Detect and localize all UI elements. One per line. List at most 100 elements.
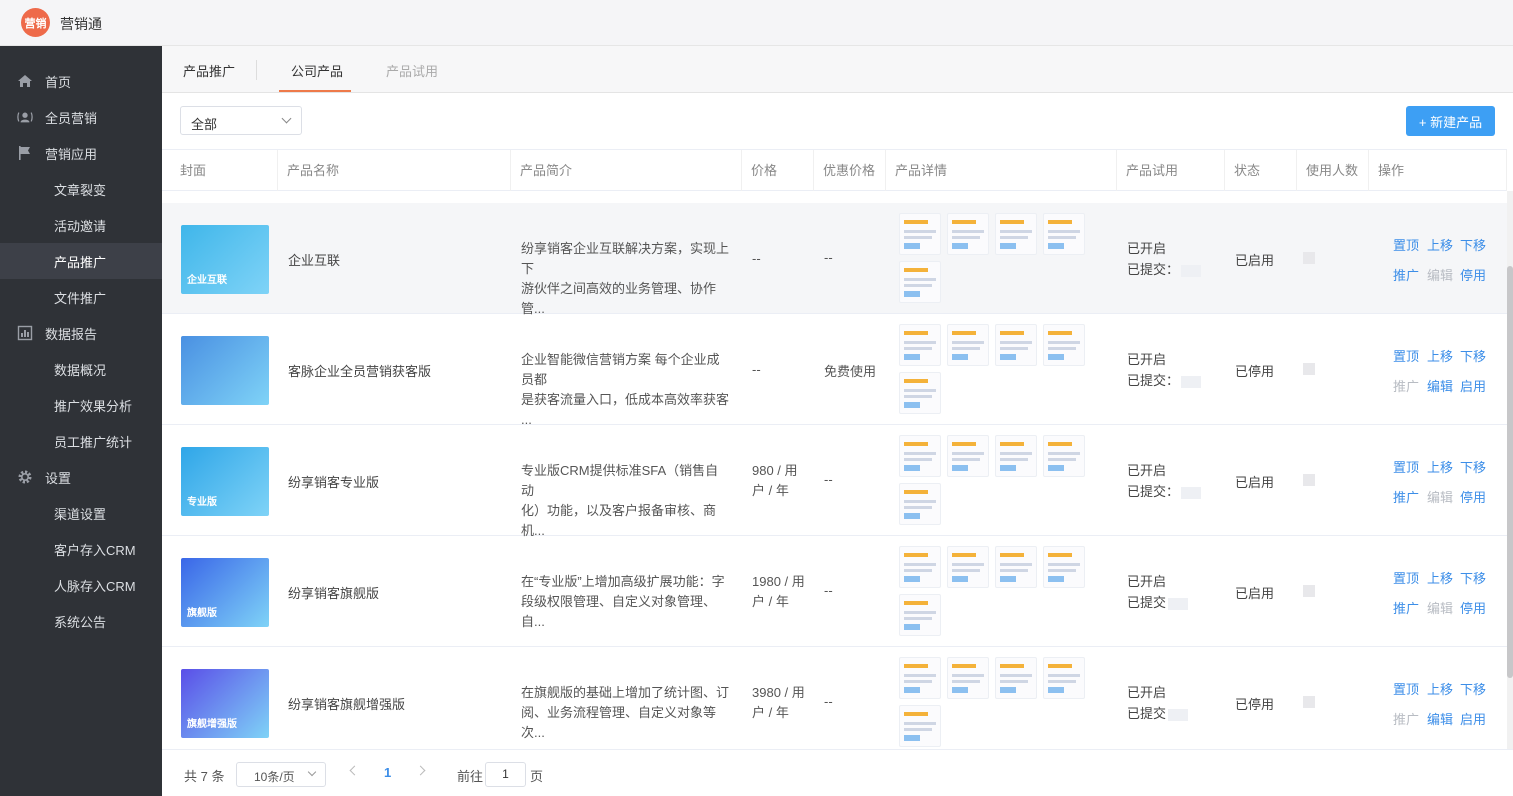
- action-4[interactable]: 编辑: [1427, 376, 1453, 395]
- sidebar-item-6[interactable]: 文件推广: [0, 279, 162, 315]
- detail-thumbnail[interactable]: [1043, 213, 1085, 255]
- action-2[interactable]: 下移: [1460, 346, 1486, 365]
- detail-thumbnail[interactable]: [899, 372, 941, 414]
- action-3[interactable]: 推广: [1393, 598, 1419, 617]
- tab-company-products[interactable]: 公司产品: [291, 61, 343, 80]
- sidebar-item-0[interactable]: 首页: [0, 63, 162, 99]
- sidebar-item-4[interactable]: 活动邀请: [0, 207, 162, 243]
- column-header-4: 优惠价格: [814, 150, 886, 191]
- product-cover-image[interactable]: 专业版: [181, 447, 269, 516]
- action-4[interactable]: 编辑: [1427, 709, 1453, 728]
- sidebar-item-5[interactable]: 产品推广: [0, 243, 162, 279]
- action-0[interactable]: 置顶: [1393, 679, 1419, 698]
- new-product-button[interactable]: + 新建产品: [1406, 106, 1495, 136]
- detail-thumbnail[interactable]: [899, 324, 941, 366]
- detail-thumbnail[interactable]: [947, 213, 989, 255]
- trial-submitted: 已提交：: [1127, 373, 1180, 388]
- table-body: 企业互联 企业互联 纷享销客企业互联解决方案，实现上下 游伙伴之间高效的业务管理、协作…: [162, 191, 1507, 749]
- detail-thumbnail[interactable]: [995, 657, 1037, 699]
- table-row[interactable]: 旗舰增强版 纷享销客旗舰增强版 在旗舰版的基础上增加了统计图、订 阅、业务流程管理、自…: [162, 647, 1507, 749]
- detail-thumbnail[interactable]: [995, 435, 1037, 477]
- app-logo[interactable]: 营销: [21, 8, 50, 37]
- detail-thumbnail[interactable]: [899, 546, 941, 588]
- detail-thumbnail[interactable]: [995, 213, 1037, 255]
- action-5[interactable]: 停用: [1460, 265, 1486, 284]
- table-scrollbar[interactable]: [1507, 191, 1513, 749]
- detail-thumbnail[interactable]: [1043, 546, 1085, 588]
- next-page-icon[interactable]: [415, 765, 426, 776]
- detail-thumbnail[interactable]: [1043, 657, 1085, 699]
- sidebar-item-3[interactable]: 文章裂变: [0, 171, 162, 207]
- table-row[interactable]: 客脉企业全员营销获客版 企业智能微信营销方案 每个企业成员都 是获客流量入口，低成本…: [162, 314, 1507, 427]
- product-cover-image[interactable]: [181, 336, 269, 405]
- detail-thumbnail[interactable]: [899, 213, 941, 255]
- action-1[interactable]: 上移: [1427, 457, 1453, 476]
- trial-submitted: 已提交: [1127, 595, 1167, 610]
- detail-thumbnail[interactable]: [995, 546, 1037, 588]
- detail-thumbnail[interactable]: [947, 657, 989, 699]
- tab-product-trial[interactable]: 产品试用: [386, 61, 438, 80]
- detail-thumbnail[interactable]: [1043, 324, 1085, 366]
- action-0[interactable]: 置顶: [1393, 346, 1419, 365]
- detail-thumbnail[interactable]: [947, 546, 989, 588]
- action-2[interactable]: 下移: [1460, 568, 1486, 587]
- sidebar-item-11[interactable]: 设置: [0, 459, 162, 495]
- detail-thumbnail[interactable]: [947, 324, 989, 366]
- detail-thumbnail[interactable]: [899, 435, 941, 477]
- detail-thumbnail[interactable]: [899, 483, 941, 525]
- detail-thumbnail[interactable]: [899, 261, 941, 303]
- scrollbar-thumb[interactable]: [1507, 266, 1513, 678]
- sidebar-item-15[interactable]: 系统公告: [0, 603, 162, 639]
- status-text: 已停用: [1235, 364, 1275, 379]
- sidebar-item-12[interactable]: 渠道设置: [0, 495, 162, 531]
- action-2[interactable]: 下移: [1460, 679, 1486, 698]
- sidebar-item-1[interactable]: 全员营销: [0, 99, 162, 135]
- action-0[interactable]: 置顶: [1393, 457, 1419, 476]
- tab-product-promotion[interactable]: 产品推广: [183, 61, 235, 80]
- action-5[interactable]: 停用: [1460, 487, 1486, 506]
- action-5[interactable]: 启用: [1460, 376, 1486, 395]
- sidebar-item-7[interactable]: 数据报告: [0, 315, 162, 351]
- detail-thumbnail[interactable]: [947, 435, 989, 477]
- action-1[interactable]: 上移: [1427, 346, 1453, 365]
- detail-thumbnail[interactable]: [899, 594, 941, 636]
- detail-thumbnail[interactable]: [995, 324, 1037, 366]
- trial-count-redacted: [1181, 375, 1202, 388]
- action-1[interactable]: 上移: [1427, 235, 1453, 254]
- sidebar-item-14[interactable]: 人脉存入CRM: [0, 567, 162, 603]
- description-line-1: 专业版CRM提供标准SFA（销售自动: [521, 463, 719, 498]
- product-cover-image[interactable]: 旗舰版: [181, 558, 269, 627]
- action-3[interactable]: 推广: [1393, 265, 1419, 284]
- sidebar-item-9[interactable]: 推广效果分析: [0, 387, 162, 423]
- action-0[interactable]: 置顶: [1393, 568, 1419, 587]
- status-text: 已启用: [1235, 586, 1275, 601]
- prev-page-icon[interactable]: [349, 765, 360, 776]
- table-row[interactable]: 旗舰版 纷享销客旗舰版 在“专业版”上增加高级扩展功能：字 段级权限管理、自定义对象管…: [162, 536, 1507, 647]
- page-size-select[interactable]: 10条/页: [236, 762, 326, 787]
- table-row[interactable]: 专业版 纷享销客专业版 专业版CRM提供标准SFA（销售自动 化）功能，以及客户报备审…: [162, 425, 1507, 538]
- table-row[interactable]: 企业互联 企业互联 纷享销客企业互联解决方案，实现上下 游伙伴之间高效的业务管理、协作…: [162, 203, 1507, 316]
- detail-thumbnail[interactable]: [1043, 435, 1085, 477]
- action-5[interactable]: 停用: [1460, 598, 1486, 617]
- action-2[interactable]: 下移: [1460, 457, 1486, 476]
- action-0[interactable]: 置顶: [1393, 235, 1419, 254]
- action-1[interactable]: 上移: [1427, 568, 1453, 587]
- sidebar-item-label: 设置: [45, 470, 72, 486]
- product-cover-image[interactable]: 旗舰增强版: [181, 669, 269, 738]
- sidebar-item-13[interactable]: 客户存入CRM: [0, 531, 162, 567]
- action-2[interactable]: 下移: [1460, 235, 1486, 254]
- detail-thumbnail[interactable]: [899, 657, 941, 699]
- description-line-2: 化）功能，以及客户报备审核、商机...: [521, 503, 717, 538]
- sidebar-item-2[interactable]: 营销应用: [0, 135, 162, 171]
- action-5[interactable]: 启用: [1460, 709, 1486, 728]
- price-line-1: 1980 / 用: [752, 574, 805, 589]
- current-page-number[interactable]: 1: [384, 765, 391, 780]
- product-cover-image[interactable]: 企业互联: [181, 225, 269, 294]
- detail-thumbnail[interactable]: [899, 705, 941, 747]
- action-1[interactable]: 上移: [1427, 679, 1453, 698]
- action-3[interactable]: 推广: [1393, 487, 1419, 506]
- sidebar-item-10[interactable]: 员工推广统计: [0, 423, 162, 459]
- goto-page-input[interactable]: 1: [485, 762, 526, 787]
- sidebar-item-8[interactable]: 数据概况: [0, 351, 162, 387]
- category-filter-select[interactable]: 全部: [180, 106, 302, 135]
